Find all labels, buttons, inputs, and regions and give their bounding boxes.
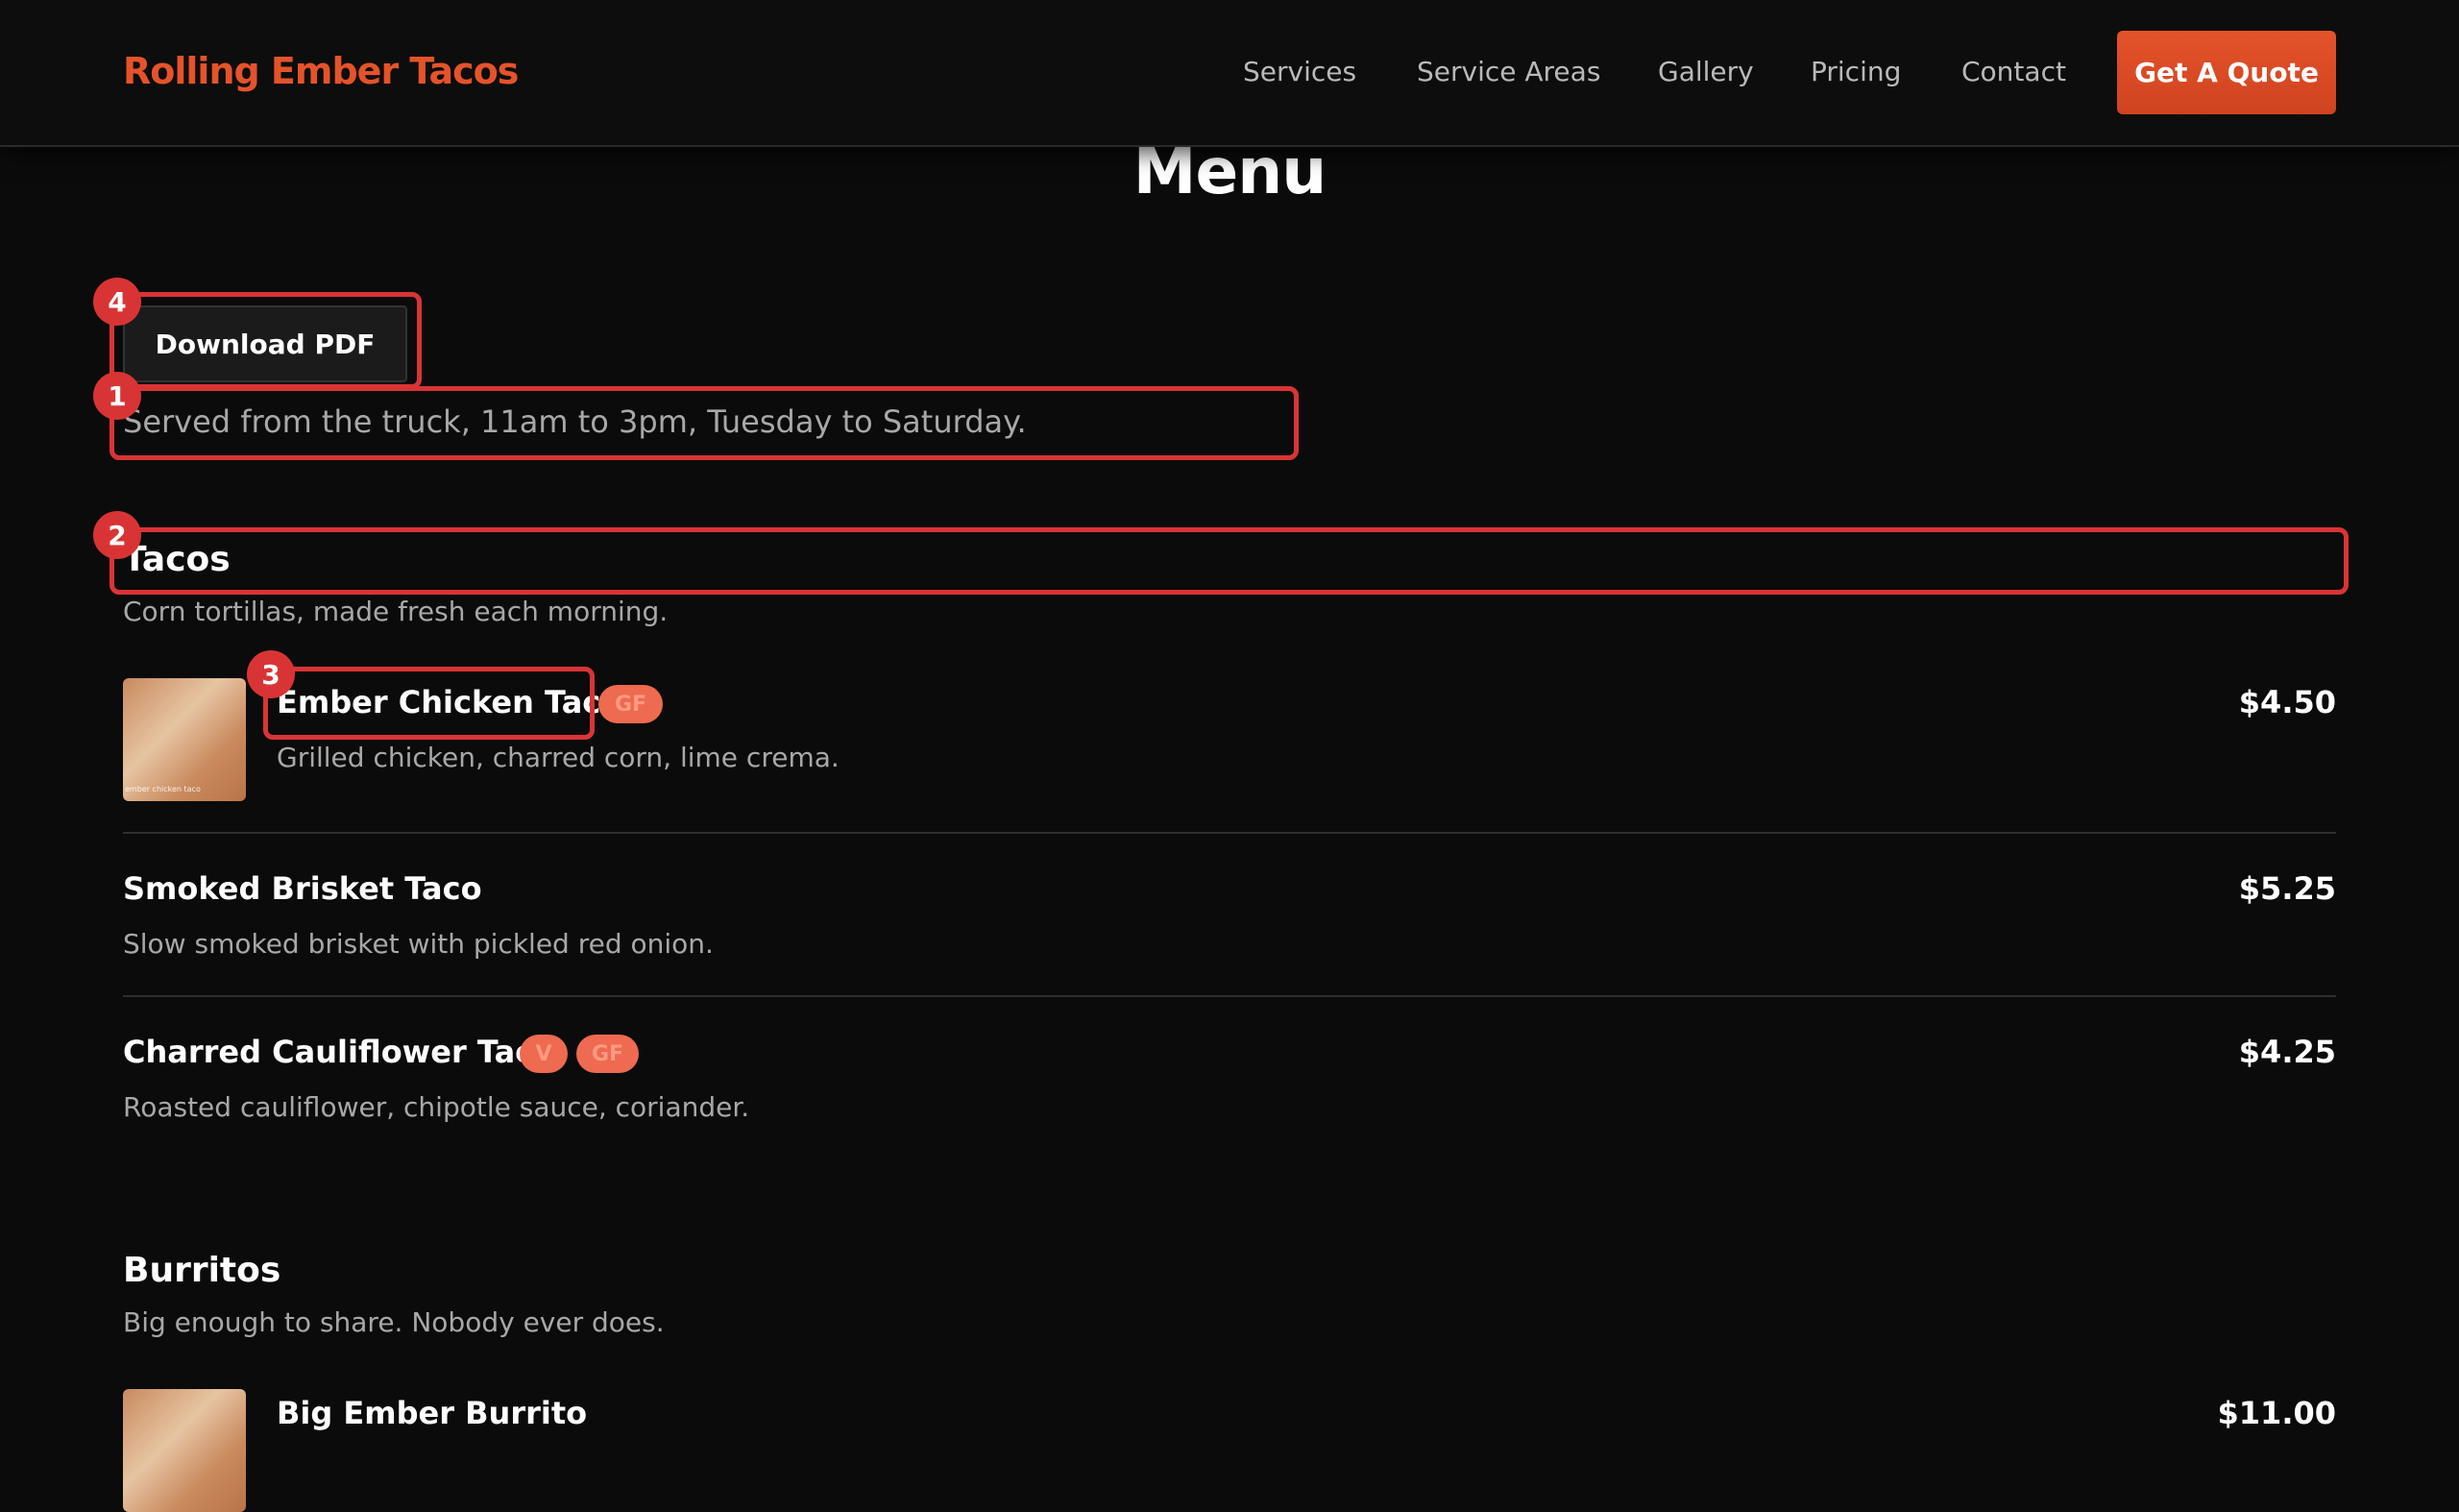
marker-badge-1: 1 (93, 372, 141, 420)
nav-link-contact[interactable]: Contact (1961, 56, 2066, 87)
nav-link-pricing[interactable]: Pricing (1811, 56, 1901, 87)
item-name: Charred Cauliflower Taco (123, 1034, 555, 1070)
item-description: Roasted cauliflower, chipotle sauce, cor… (123, 1091, 750, 1123)
item-divider (123, 995, 2336, 997)
highlight-box-item-name (263, 667, 595, 740)
gluten-free-badge: GF (598, 685, 663, 723)
marker-badge-2: 2 (93, 511, 141, 559)
item-price: $5.25 (2238, 870, 2336, 907)
nav-link-services[interactable]: Services (1243, 56, 1356, 87)
gluten-free-badge: GF (576, 1035, 639, 1073)
item-image-big-ember-burrito (123, 1389, 246, 1512)
highlight-box-section-title (110, 527, 2349, 595)
nav-link-gallery[interactable]: Gallery (1658, 56, 1754, 87)
item-price: $4.25 (2238, 1034, 2336, 1070)
item-image-ember-chicken-taco: ember chicken taco (123, 678, 246, 801)
item-description: Slow smoked brisket with pickled red oni… (123, 928, 714, 960)
item-name: Smoked Brisket Taco (123, 870, 482, 907)
item-description: Grilled chicken, charred corn, lime crem… (277, 742, 840, 773)
item-image-caption: ember chicken taco (125, 785, 201, 793)
section-title-burritos: Burritos (123, 1251, 281, 1290)
item-price: $4.50 (2238, 684, 2336, 720)
item-name: Big Ember Burrito (277, 1395, 588, 1431)
marker-badge-3: 3 (247, 650, 295, 698)
nav-link-service-areas[interactable]: Service Areas (1417, 56, 1600, 87)
section-desc-burritos: Big enough to share. Nobody ever does. (123, 1306, 665, 1338)
highlight-box-intro (110, 386, 1299, 460)
item-price: $11.00 (2217, 1395, 2336, 1431)
marker-badge-4: 4 (93, 278, 141, 326)
main-nav: Services Service Areas Gallery Pricing C… (0, 56, 2459, 94)
vegetarian-badge: V (520, 1035, 568, 1073)
section-desc-tacos: Corn tortillas, made fresh each morning. (123, 596, 669, 627)
site-header: Rolling Ember Tacos Services Service Are… (0, 0, 2459, 147)
highlight-box-download (110, 292, 422, 389)
item-divider (123, 832, 2336, 834)
get-a-quote-button[interactable]: Get A Quote (2117, 31, 2336, 114)
